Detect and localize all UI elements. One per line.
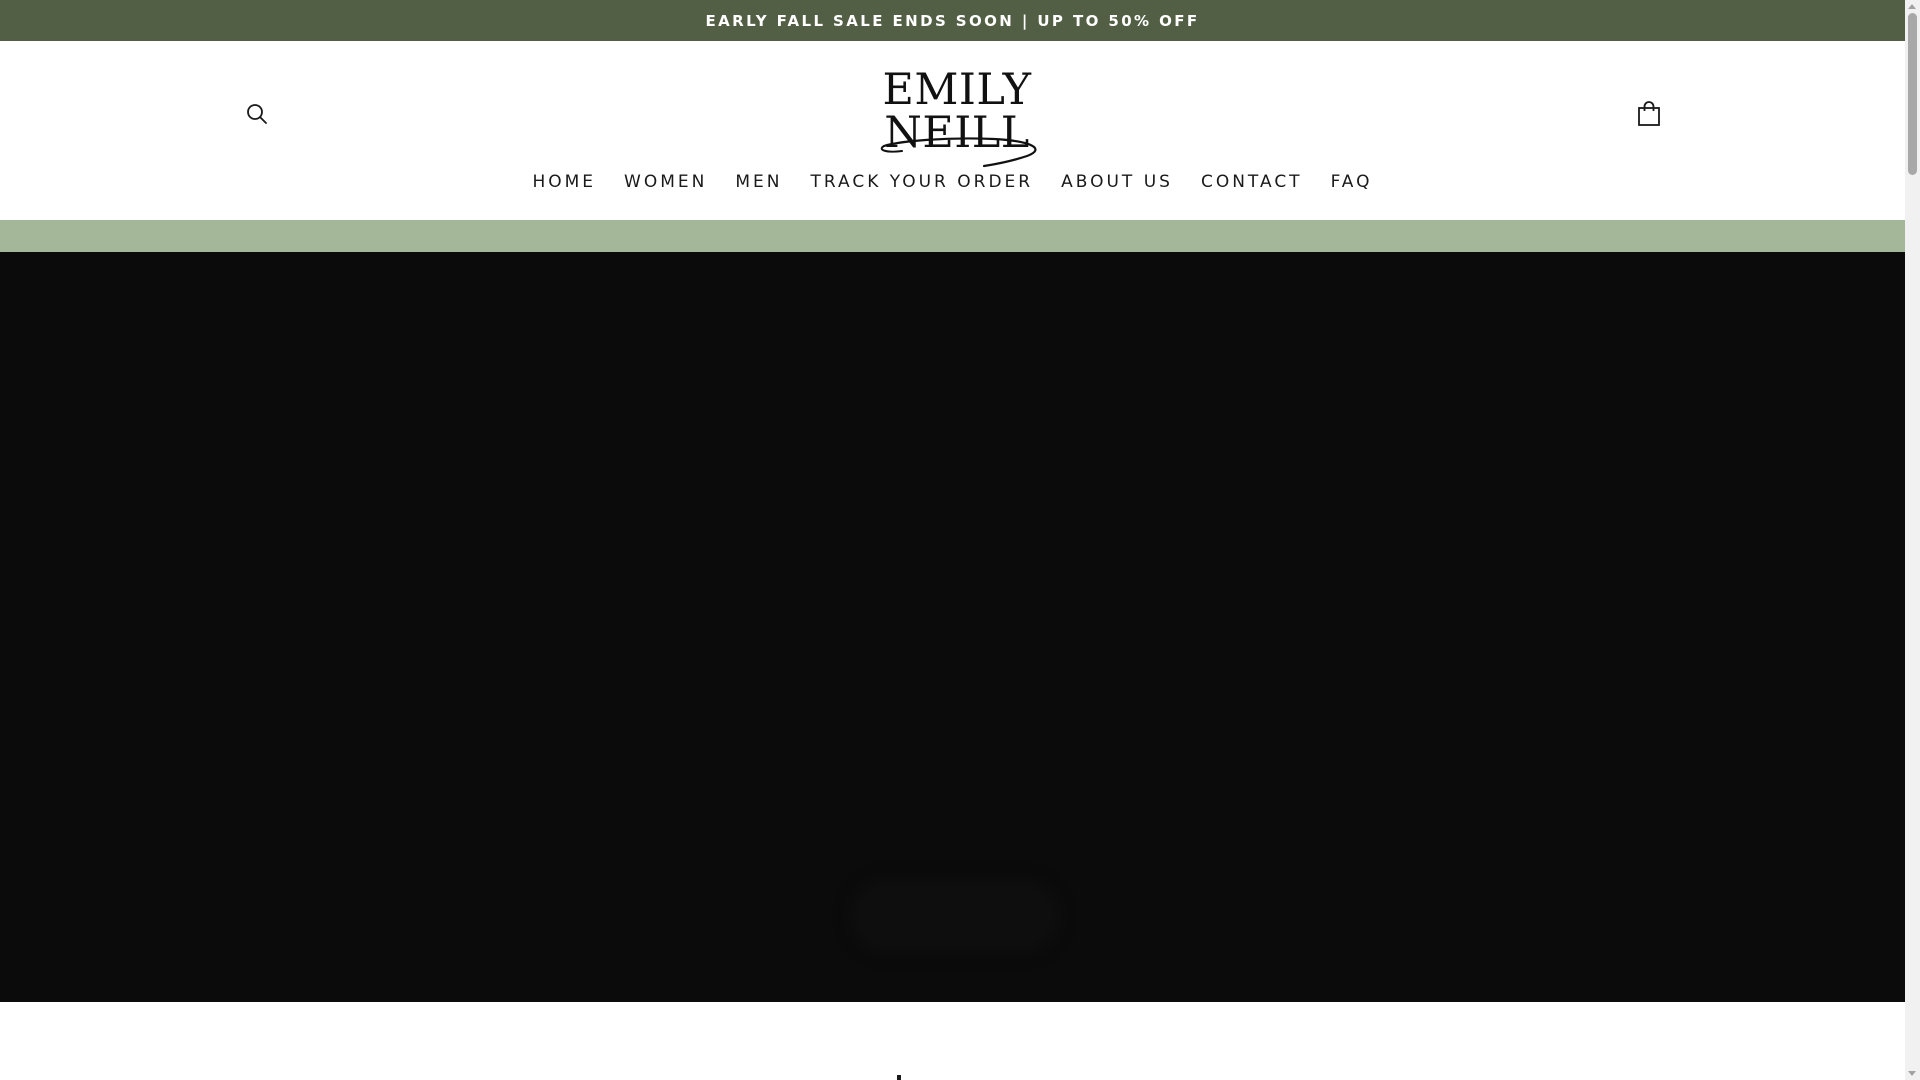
nav-item-contact[interactable]: CONTACT (1201, 172, 1303, 192)
nav-item-about-us[interactable]: ABOUT US (1061, 172, 1173, 192)
brand-logo[interactable]: EMILY NEILL (822, 69, 1092, 168)
nav-item-track-your-order[interactable]: TRACK YOUR ORDER (811, 172, 1034, 192)
announcement-bar[interactable]: EARLY FALL SALE ENDS SOON | UP TO 50% OF… (0, 0, 1905, 41)
search-button[interactable] (240, 97, 274, 131)
shopping-bag-icon (1638, 101, 1660, 126)
hero-banner (0, 252, 1905, 1002)
hero-cta-button[interactable] (860, 889, 1050, 943)
scroll-down-icon[interactable] (1908, 1071, 1916, 1076)
site-header: EMILY NEILL HOME WOMEN MEN TRACK YOUR OR… (0, 41, 1905, 220)
nav-item-men[interactable]: MEN (735, 172, 782, 192)
main-navigation: HOME WOMEN MEN TRACK YOUR ORDER ABOUT US… (0, 169, 1905, 195)
scrollbar-thumb[interactable] (1908, 13, 1917, 175)
announcement-text[interactable]: EARLY FALL SALE ENDS SOON | UP TO 50% OF… (705, 12, 1199, 30)
logo-swoosh (880, 137, 1037, 168)
section-heading-fragment (897, 1075, 901, 1080)
cart-button[interactable] (1632, 96, 1666, 132)
search-icon (247, 104, 267, 124)
nav-item-home[interactable]: HOME (532, 172, 596, 192)
page: EARLY FALL SALE ENDS SOON | UP TO 50% OF… (0, 0, 1920, 1080)
promo-strip (0, 220, 1905, 252)
nav-item-women[interactable]: WOMEN (624, 172, 707, 192)
scroll-up-icon[interactable] (1908, 4, 1916, 9)
content-section (0, 1002, 1905, 1080)
vertical-scrollbar[interactable] (1905, 0, 1920, 1080)
nav-item-faq[interactable]: FAQ (1331, 172, 1373, 192)
